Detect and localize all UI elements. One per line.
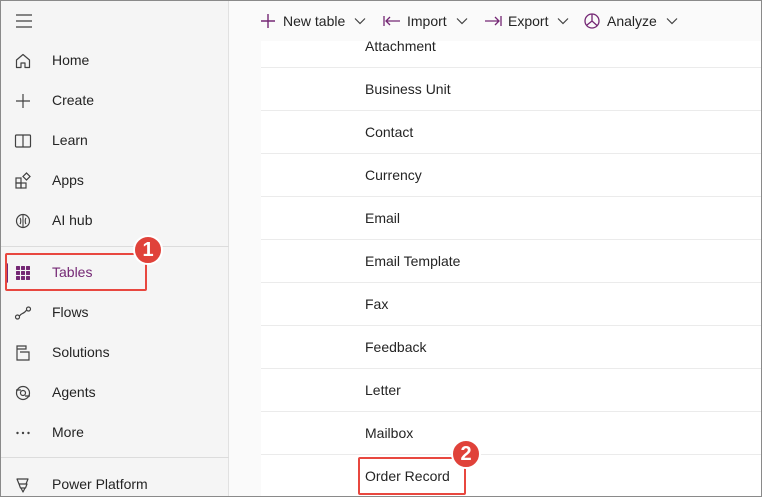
sidebar-item-label: Apps <box>52 172 84 188</box>
power-platform-icon <box>13 475 33 495</box>
sidebar-item-power-platform[interactable]: Power Platform <box>1 465 229 496</box>
sidebar-item-agents[interactable]: Agents <box>1 373 229 413</box>
table-name[interactable]: Mailbox <box>365 425 413 441</box>
sidebar-item-ai-hub[interactable]: AI hub <box>1 201 229 241</box>
sidebar-item-label: Power Platform <box>52 476 148 492</box>
table-name[interactable]: Currency <box>365 167 422 183</box>
table-row[interactable]: Fax <box>261 283 761 326</box>
more-icon <box>13 423 33 443</box>
sidebar-item-label: Tables <box>52 264 93 280</box>
table-row[interactable]: Email <box>261 197 761 240</box>
sidebar-item-label: Flows <box>52 304 89 320</box>
table-name[interactable]: Feedback <box>365 339 426 355</box>
sidebar-item-apps[interactable]: Apps <box>1 161 229 201</box>
sidebar-divider <box>1 457 229 458</box>
table-row[interactable]: Order Record <box>261 455 761 496</box>
book-icon <box>13 131 33 151</box>
sidebar-item-home[interactable]: Home <box>1 41 229 81</box>
hamburger-menu-icon[interactable] <box>13 11 35 31</box>
table-name[interactable]: Letter <box>365 382 401 398</box>
sidebar-divider <box>1 246 229 247</box>
sidebar-item-solutions[interactable]: Solutions <box>1 333 229 373</box>
home-icon <box>13 51 33 71</box>
solutions-icon <box>13 343 33 363</box>
sidebar-item-label: AI hub <box>52 212 93 228</box>
plus-icon <box>13 91 33 111</box>
apps-icon <box>13 171 33 191</box>
agents-icon <box>13 383 33 403</box>
sidebar-item-label: Solutions <box>52 344 110 360</box>
table-name[interactable]: Fax <box>365 296 388 312</box>
sidebar-item-create[interactable]: Create <box>1 81 229 121</box>
table-name[interactable]: Order Record <box>365 468 450 484</box>
flow-icon <box>13 303 33 323</box>
sidebar-item-label: Home <box>52 52 90 68</box>
table-row[interactable]: Mailbox <box>261 412 761 455</box>
brain-icon <box>13 211 33 231</box>
app-window: Home Create Learn Apps AI hub Tables Flo… <box>0 0 762 497</box>
table-name[interactable]: Attachment <box>365 38 436 54</box>
sidebar-item-learn[interactable]: Learn <box>1 121 229 161</box>
table-row[interactable]: Letter <box>261 369 761 412</box>
grid-icon <box>13 263 33 283</box>
table-row[interactable]: Email Template <box>261 240 761 283</box>
table-row[interactable]: Contact <box>261 111 761 154</box>
step-badge-2: 2 <box>451 439 481 469</box>
sidebar-item-label: More <box>52 424 84 440</box>
sidebar-item-more[interactable]: More <box>1 413 229 453</box>
table-name[interactable]: Business Unit <box>365 81 451 97</box>
table-row[interactable]: Business Unit <box>261 68 761 111</box>
tables-list: Attachment Business Unit Contact Currenc… <box>261 38 761 496</box>
sidebar: Home Create Learn Apps AI hub Tables Flo… <box>1 1 229 496</box>
table-row[interactable]: Attachment <box>261 25 761 68</box>
sidebar-item-label: Agents <box>52 384 96 400</box>
sidebar-item-tables[interactable]: Tables <box>1 253 229 293</box>
table-name[interactable]: Contact <box>365 124 413 140</box>
table-name[interactable]: Email Template <box>365 253 460 269</box>
sidebar-item-label: Learn <box>52 132 88 148</box>
sidebar-item-label: Create <box>52 92 95 108</box>
sidebar-item-flows[interactable]: Flows <box>1 293 229 333</box>
step-badge-1: 1 <box>133 235 163 265</box>
table-row[interactable]: Feedback <box>261 326 761 369</box>
table-name[interactable]: Email <box>365 210 400 226</box>
table-row[interactable]: Currency <box>261 154 761 197</box>
